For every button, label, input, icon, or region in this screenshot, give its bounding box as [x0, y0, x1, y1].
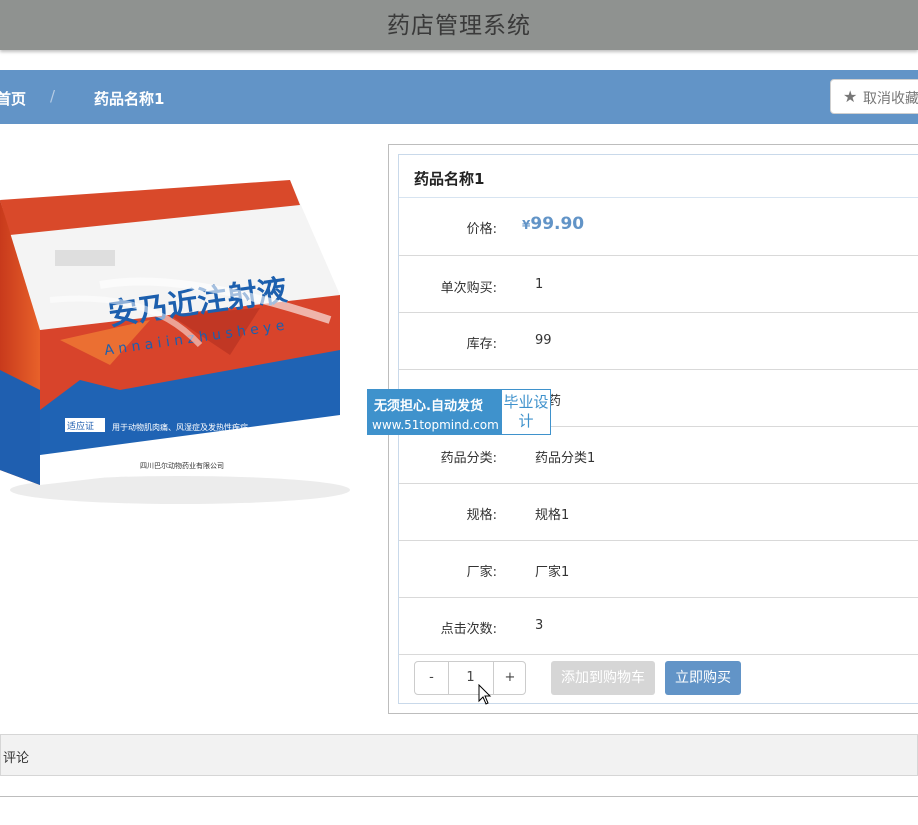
breadcrumb-separator: / [50, 87, 56, 105]
price-amount: 99.90 [530, 214, 585, 234]
mouse-cursor-icon [478, 684, 492, 705]
field-price-label: 价格: [466, 222, 497, 237]
quantity-increase-button[interactable]: + [494, 662, 526, 694]
product-name: 药品名称1 [414, 170, 485, 188]
field-price-value: ¥99.90 [522, 214, 584, 234]
add-to-cart-button[interactable]: 添加到购物车 [551, 661, 655, 695]
app-title: 药店管理系统 [387, 13, 531, 39]
field-value: 厂家1 [535, 565, 570, 580]
divider [0, 796, 918, 797]
field-value: 1 [535, 277, 544, 292]
field-manufacturer: 厂家: 厂家1 [399, 541, 918, 598]
unfavorite-label: 取消收藏 [863, 91, 918, 107]
watermark: 无须担心.自动发货 www.51topmind.com 毕业设计 [367, 389, 551, 435]
comments-label: 评论 [3, 751, 30, 766]
app-header: 药店管理系统 [0, 0, 918, 50]
svg-text:用于动物肌肉痛、风湿症及发热性疾病: 用于动物肌肉痛、风湿症及发热性疾病 [112, 422, 248, 432]
unfavorite-button[interactable]: ★ 取消收藏 [830, 79, 918, 114]
field-value: 99 [535, 333, 552, 348]
field-label: 单次购买: [440, 281, 497, 296]
field-value: 规格1 [535, 508, 570, 523]
svg-text:适应证: 适应证 [67, 420, 94, 432]
quantity-stepper: - 1 + [414, 661, 526, 695]
field-single-purchase: 单次购买: 1 [399, 256, 918, 313]
field-clicks: 点击次数: 3 [399, 598, 918, 655]
field-value: 3 [535, 618, 544, 633]
field-label: 厂家: [466, 565, 497, 580]
watermark-badge: 毕业设计 [502, 390, 550, 434]
svg-text:四川巴尔动物药业有限公司: 四川巴尔动物药业有限公司 [140, 461, 224, 470]
buy-now-button[interactable]: 立即购买 [665, 661, 741, 695]
breadcrumb: 首页 / 药品名称1 [0, 70, 918, 124]
watermark-line1: 无须担心.自动发货 [374, 399, 483, 414]
field-value: 药品分类1 [535, 451, 596, 466]
field-label: 点击次数: [440, 622, 497, 637]
star-icon: ★ [843, 87, 858, 106]
field-price: 价格: ¥99.90 [399, 198, 918, 256]
field-label: 药品分类: [440, 451, 497, 466]
product-image: 安乃近注射液 A n n a i i n z h u s h e y e 适应证… [0, 180, 350, 504]
breadcrumb-current: 药品名称1 [94, 90, 165, 108]
field-stock: 库存: 99 [399, 313, 918, 370]
breadcrumb-home-link[interactable]: 首页 [0, 88, 26, 109]
field-category: 药品分类: 药品分类1 [399, 427, 918, 484]
quantity-decrease-button[interactable]: - [415, 662, 449, 694]
watermark-url: www.51topmind.com [372, 418, 499, 432]
product-title-bar: 药品名称1 [399, 155, 918, 198]
comments-section-header: 评论 [0, 734, 918, 776]
field-label: 库存: [466, 337, 497, 352]
field-spec: 规格: 规格1 [399, 484, 918, 541]
field-label: 规格: [466, 508, 497, 523]
